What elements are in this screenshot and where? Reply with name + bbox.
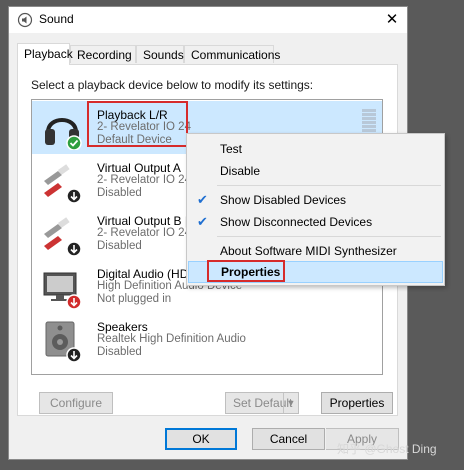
menu-item-test[interactable]: Test [188,138,443,160]
menu-item-about-midi[interactable]: About Software MIDI Synthesizer [188,240,443,262]
close-button[interactable]: ✕ [377,7,407,33]
headphones-icon [45,118,82,150]
device-name: Digital Audio (HD [97,267,189,281]
rca-cable-icon [44,164,82,203]
monitor-icon [43,272,82,309]
window-title: Sound [39,12,74,26]
set-default-button[interactable]: Set Default ▼ [225,392,299,414]
menu-item-disable[interactable]: Disable [188,160,443,182]
checkmark-icon: ✔ [197,214,208,229]
device-status: Disabled [97,346,142,358]
speaker-icon [45,321,82,362]
checkmark-icon: ✔ [197,192,208,207]
device-subtitle: 2- Revelator IO 24 [97,227,191,239]
highlight-properties [207,260,285,282]
menu-item-label: Show Disconnected Devices [220,215,373,229]
device-subtitle: 2- Revelator IO 24 [97,174,191,186]
rca-cable-icon [44,217,82,256]
device-status: Disabled [97,240,142,252]
highlight-device-name [87,101,188,147]
properties-button[interactable]: Properties [321,392,393,414]
cancel-button[interactable]: Cancel [252,428,325,450]
menu-separator [217,185,441,186]
menu-separator [217,236,441,237]
title-bar: Sound ✕ [9,7,407,33]
ok-button[interactable]: OK [165,428,237,450]
menu-item-show-disabled[interactable]: ✔ Show Disabled Devices [188,189,443,211]
device-status: Disabled [97,187,142,199]
device-row-speakers[interactable]: Speakers Realtek High Definition Audio D… [32,313,382,366]
menu-item-show-disconnected[interactable]: ✔ Show Disconnected Devices [188,211,443,233]
watermark: 知乎 @Ghost Ding [337,442,437,456]
chevron-down-icon[interactable]: ▼ [283,393,298,413]
device-status: Not plugged in [97,293,172,305]
tab-playback[interactable]: Playback [17,43,73,65]
tab-sounds[interactable]: Sounds [136,45,184,63]
speaker-app-icon [17,12,33,28]
device-name: Virtual Output A [97,161,181,175]
device-name: Virtual Output B | [97,214,188,228]
menu-item-label: Show Disabled Devices [220,193,347,207]
tab-communications[interactable]: Communications [184,45,280,63]
tab-recording[interactable]: Recording [70,45,136,63]
check-badge-icon [66,135,82,150]
device-subtitle: Realtek High Definition Audio [97,333,246,345]
configure-button[interactable]: Configure [39,392,113,414]
instruction-text: Select a playback device below to modify… [31,78,314,92]
device-name: Speakers [97,320,148,334]
